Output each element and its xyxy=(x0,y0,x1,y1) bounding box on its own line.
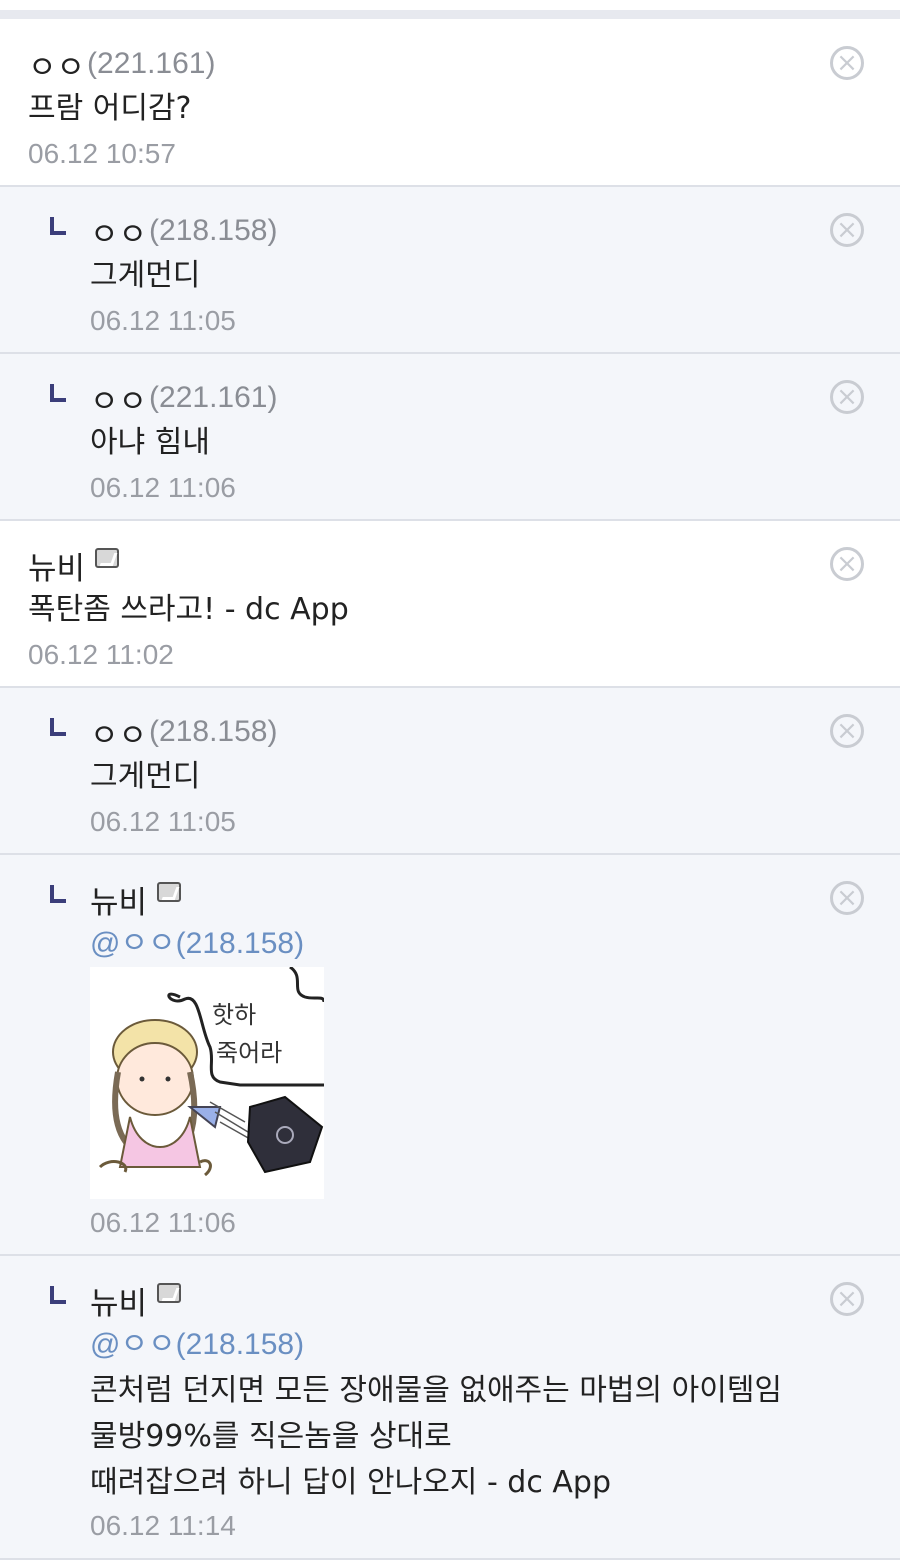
reply-comment: ㅇㅇ (221.161) × 아냐 힘내 06.12 11:06 xyxy=(0,354,900,521)
comment-header: ㅇㅇ (218.158) xyxy=(90,209,278,254)
sticker-text-1: 핫하 xyxy=(212,1001,256,1029)
reply-comment: 뉴비 × @ㅇㅇ(218.158) 콘처럼 던지면 모든 장애물을 없애주는 마… xyxy=(0,1256,900,1560)
comment-header: ㅇㅇ (221.161) xyxy=(28,42,216,87)
reply-comment: ㅇㅇ (218.158) × 그게먼디 06.12 11:05 xyxy=(0,688,900,855)
comment-text: 아냐 힘내 xyxy=(90,425,210,460)
comment-time: 06.12 11:05 xyxy=(90,806,236,837)
comment-time: 06.12 11:05 xyxy=(90,305,236,336)
sticker-text-2: 죽어라 xyxy=(216,1039,282,1067)
comment-header: 뉴비 xyxy=(28,543,120,588)
mention-link[interactable]: @ㅇㅇ(218.158) xyxy=(90,921,304,967)
gallery-member-badge-icon xyxy=(95,548,120,568)
comment-header: 뉴비 xyxy=(90,877,182,922)
comment-header: ㅇㅇ (221.161) xyxy=(90,376,278,421)
comment-time: 06.12 10:57 xyxy=(28,138,176,169)
comment-text-line: 때려잡으려 하니 답이 안나오지 - dc App xyxy=(90,1465,611,1500)
comment-time: 06.12 11:06 xyxy=(90,1207,236,1238)
comment-time: 06.12 11:02 xyxy=(28,639,174,670)
comment-text: 그게먼디 xyxy=(90,759,201,794)
comment-nickname[interactable]: 뉴비 xyxy=(90,1278,147,1323)
delete-comment-button[interactable]: × xyxy=(830,881,864,915)
comment-time: 06.12 11:06 xyxy=(90,472,236,503)
comment-text-line: 물방99%를 직은놈을 상대로 xyxy=(90,1419,452,1454)
comment-nickname[interactable]: ㅇㅇ xyxy=(90,209,147,254)
comment-header: 뉴비 xyxy=(90,1278,182,1323)
comment-header: ㅇㅇ (218.158) xyxy=(90,710,278,755)
comment-nickname[interactable]: 뉴비 xyxy=(28,543,85,588)
reply-arrow-icon xyxy=(50,885,66,903)
comment-nickname[interactable]: ㅇㅇ xyxy=(90,376,147,421)
comment-text: 그게먼디 xyxy=(90,258,201,293)
reply-arrow-icon xyxy=(50,384,66,402)
reply-arrow-icon xyxy=(50,1286,66,1304)
reply-arrow-icon xyxy=(50,217,66,235)
comment: 뉴비 × 폭탄좀 쓰라고! - dc App 06.12 11:02 xyxy=(0,521,900,688)
gallery-member-badge-icon xyxy=(157,882,182,902)
delete-comment-button[interactable]: × xyxy=(830,380,864,414)
reply-arrow-icon xyxy=(50,718,66,736)
comment-ip: (218.158) xyxy=(149,715,278,748)
comment-ip: (221.161) xyxy=(87,47,216,80)
delete-comment-button[interactable]: × xyxy=(830,213,864,247)
comment-ip: (218.158) xyxy=(149,214,278,247)
comment: ㅇㅇ (221.161) × 프람 어디감? 06.12 10:57 xyxy=(0,20,900,187)
comment-ip: (221.161) xyxy=(149,381,278,414)
comment-nickname[interactable]: 뉴비 xyxy=(90,877,147,922)
delete-comment-button[interactable]: × xyxy=(830,46,864,80)
reply-comment: ㅇㅇ (218.158) × 그게먼디 06.12 11:05 xyxy=(0,187,900,354)
top-divider xyxy=(0,10,900,19)
comment-nickname[interactable]: ㅇㅇ xyxy=(90,710,147,755)
delete-comment-button[interactable]: × xyxy=(830,1282,864,1316)
mention-link[interactable]: @ㅇㅇ(218.158) xyxy=(90,1322,304,1368)
dccon-sticker: 핫하 죽어라 xyxy=(90,965,326,1199)
gallery-member-badge-icon xyxy=(157,1283,182,1303)
comment-text-line: 콘처럼 던지면 모든 장애물을 없애주는 마법의 아이템임 xyxy=(90,1373,783,1408)
sticker-image: 핫하 죽어라 xyxy=(90,965,326,1199)
delete-comment-button[interactable]: × xyxy=(830,547,864,581)
comment-text: 프람 어디감? xyxy=(28,91,192,126)
reply-comment: 뉴비 × @ㅇㅇ(218.158) 핫하 죽어라 06.12 11:06 xyxy=(0,855,900,1256)
comment-time: 06.12 11:14 xyxy=(90,1510,236,1541)
comment-text: 폭탄좀 쓰라고! - dc App xyxy=(28,592,349,627)
comment-nickname[interactable]: ㅇㅇ xyxy=(28,42,85,87)
delete-comment-button[interactable]: × xyxy=(830,714,864,748)
